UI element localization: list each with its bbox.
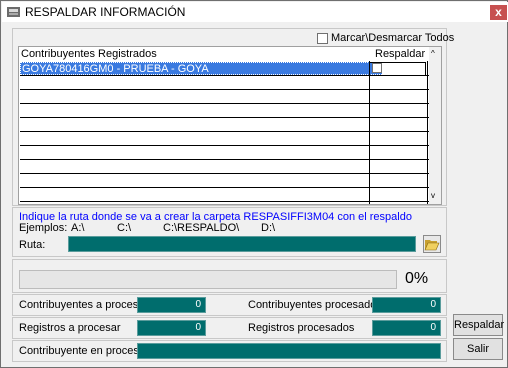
ruta-panel: Indique la ruta donde se va a crear la c… (12, 207, 447, 257)
table-row (20, 76, 429, 90)
table-row (20, 146, 429, 160)
registros-procesados-value: 0 (372, 320, 441, 336)
table-row (20, 188, 429, 202)
contribuyentes-table: Contribuyentes Registrados Respaldar GOY… (18, 46, 442, 205)
progress-bar (19, 270, 397, 289)
contribuyente-en-proceso-row: Contribuyente en proceso (12, 340, 447, 362)
contribuyentes-procesados-value: 0 (372, 297, 441, 313)
table-row (20, 104, 429, 118)
scroll-down-icon[interactable]: v (431, 191, 435, 200)
examples-label: Ejemplos: (19, 222, 68, 234)
registros-a-procesar-value: 0 (137, 320, 206, 336)
example-respaldo: C:\RESPALDO\ (163, 222, 240, 234)
table-row (20, 90, 429, 104)
table-scrollbar[interactable]: ^ v (429, 47, 441, 204)
ruta-label: Ruta: (19, 239, 46, 251)
table-row (20, 62, 429, 76)
column-divider (427, 61, 428, 204)
example-a: A:\ (71, 222, 85, 234)
contribuyente-en-proceso-label: Contribuyente en proceso (19, 345, 145, 357)
respaldar-button[interactable]: Respaldar (453, 314, 504, 336)
column-header-respaldar: Respaldar (375, 48, 426, 60)
backup-dialog: RESPALDAR INFORMACIÓN x Marcar\Desmarcar… (0, 0, 508, 368)
title-bar: RESPALDAR INFORMACIÓN x (2, 2, 508, 22)
window-title: RESPALDAR INFORMACIÓN (25, 5, 186, 19)
salir-button[interactable]: Salir (453, 338, 503, 360)
column-divider (369, 61, 370, 204)
contribuyentes-stats-row: Contribuyentes a procesar 0 Contribuyent… (12, 294, 447, 316)
close-button[interactable]: x (490, 5, 507, 20)
example-d: D:\ (261, 222, 276, 234)
registros-a-procesar-label: Registros a procesar (19, 322, 121, 334)
example-c: C:\ (117, 222, 132, 234)
table-row (20, 160, 429, 174)
registros-procesados-label: Registros procesados (248, 322, 355, 334)
app-icon (6, 5, 22, 19)
table-row (20, 174, 429, 188)
column-header-contribuyentes: Contribuyentes Registrados (21, 48, 157, 60)
progress-percent: 0% (405, 270, 429, 287)
contribuyentes-procesados-label: Contribuyentes procesados (248, 299, 382, 311)
table-row (20, 132, 429, 146)
scroll-up-icon[interactable]: ^ (431, 49, 435, 58)
ruta-input[interactable] (68, 236, 416, 252)
contribuyentes-a-procesar-label: Contribuyentes a procesar (19, 299, 149, 311)
select-all-checkbox[interactable] (317, 33, 328, 44)
browse-folder-button[interactable] (423, 235, 441, 253)
progress-panel: 0% (12, 259, 447, 293)
contribuyente-en-proceso-value (137, 343, 441, 359)
contribuyentes-a-procesar-value: 0 (137, 297, 206, 313)
select-all-label[interactable]: Marcar\Desmarcar Todos (331, 32, 454, 45)
registros-stats-row: Registros a procesar 0 Registros procesa… (12, 317, 447, 339)
table-row (20, 118, 429, 132)
open-folder-icon (424, 240, 440, 251)
contribuyentes-panel: Marcar\Desmarcar Todos Contribuyentes Re… (12, 28, 454, 206)
